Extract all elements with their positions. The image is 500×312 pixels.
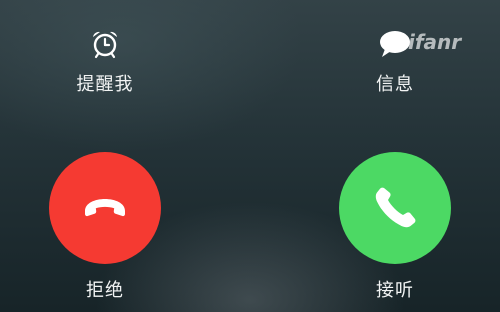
remind-me-label: 提醒我	[76, 74, 134, 95]
accept-button[interactable]: 接听	[325, 152, 465, 302]
alarm-clock-icon	[87, 26, 123, 62]
watermark-dot	[400, 33, 406, 39]
ifanr-watermark: ifanr	[400, 30, 461, 54]
message-label: 信息	[376, 74, 414, 95]
phone-icon	[375, 187, 416, 228]
incoming-call-screen: 提醒我 信息 ifanr 拒绝 接听	[0, 0, 500, 312]
decline-circle[interactable]	[49, 152, 161, 264]
phone-hangup-icon	[85, 199, 125, 217]
decline-label: 拒绝	[86, 280, 124, 301]
accept-circle[interactable]	[339, 152, 451, 264]
accept-label: 接听	[376, 280, 414, 301]
watermark-text: ifanr	[408, 30, 462, 54]
remind-me-button[interactable]: 提醒我	[55, 26, 155, 96]
decline-button[interactable]: 拒绝	[35, 152, 175, 302]
